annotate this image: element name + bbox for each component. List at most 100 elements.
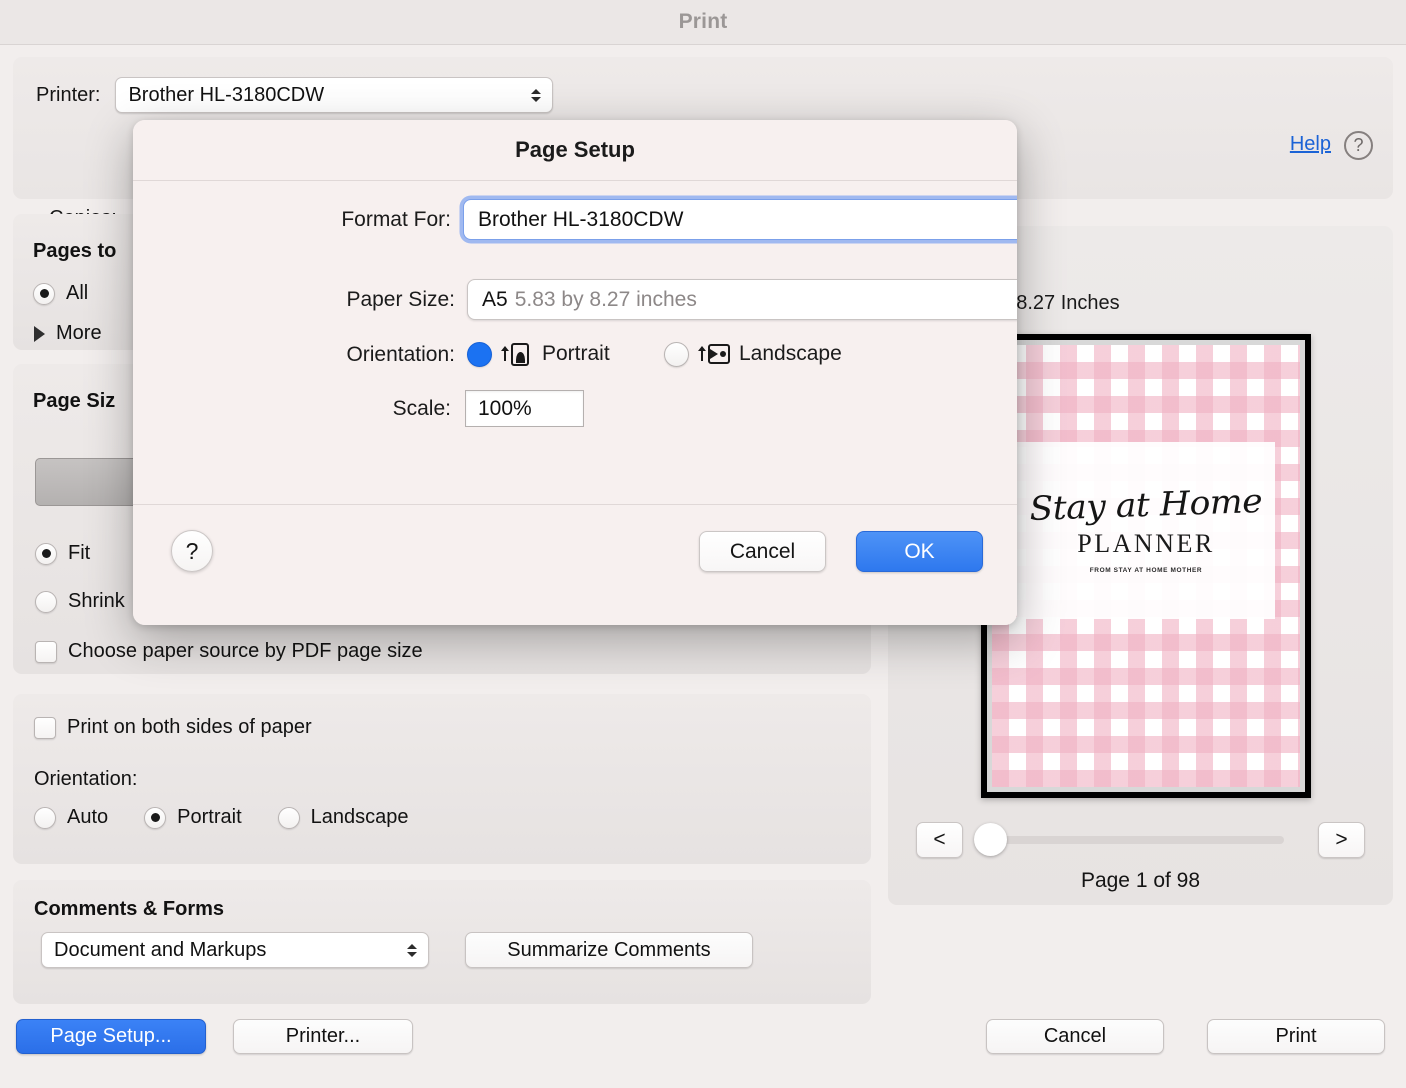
- radio-all[interactable]: [33, 283, 55, 305]
- next-page-glyph: >: [1335, 828, 1347, 852]
- radio-all-row[interactable]: All: [33, 282, 88, 305]
- preview-script-title: Stay at Home: [1029, 484, 1263, 525]
- chevron-updown-icon: [406, 940, 418, 960]
- duplex-orientation-label: Orientation:: [34, 768, 137, 791]
- sheet-help-glyph: ?: [186, 538, 199, 565]
- orientation-portrait-option[interactable]: Portrait: [467, 341, 610, 367]
- orientation-portrait-label: Portrait: [542, 342, 610, 366]
- duplex-orientation-panel: Print on both sides of paper Orientation…: [13, 694, 871, 864]
- scale-input[interactable]: 100%: [465, 390, 584, 427]
- preview-page-thumbnail: Stay at Home PLANNER FROM STAY AT HOME M…: [992, 345, 1300, 787]
- duplex-orientation-radio-group: Auto Portrait Landscape: [34, 806, 409, 829]
- page-setup-sheet-footer: ? Cancel OK: [133, 504, 1017, 625]
- checkbox-paper-source[interactable]: [35, 641, 57, 663]
- checkbox-both-sides[interactable]: [34, 717, 56, 739]
- previous-page-glyph: <: [933, 828, 945, 852]
- radio-shrink[interactable]: [35, 591, 57, 613]
- printer-button[interactable]: Printer...: [233, 1019, 413, 1054]
- printer-select[interactable]: Brother HL-3180CDW: [115, 77, 553, 113]
- radio-portrait-label: Portrait: [177, 806, 241, 829]
- help-question-icon[interactable]: ?: [1344, 131, 1373, 160]
- orientation-label: Orientation:: [173, 343, 455, 367]
- page-setup-button[interactable]: Page Setup...: [16, 1019, 206, 1054]
- cancel-button-label: Cancel: [1044, 1025, 1106, 1048]
- more-options-label: More: [56, 322, 102, 345]
- sheet-cancel-label: Cancel: [730, 540, 795, 564]
- radio-shrink-label: Shrink: [68, 590, 125, 613]
- orientation-landscape-label: Landscape: [739, 342, 842, 366]
- next-page-button[interactable]: >: [1318, 822, 1365, 858]
- checkbox-paper-source-label: Choose paper source by PDF page size: [68, 640, 423, 663]
- checkbox-both-sides-row[interactable]: Print on both sides of paper: [34, 716, 312, 739]
- preview-page-mat: Stay at Home PLANNER FROM STAY AT HOME M…: [987, 340, 1305, 792]
- paper-size-dimensions: 5.83 by 8.27 inches: [515, 288, 697, 312]
- paper-size-value: A5: [482, 288, 508, 312]
- radio-auto-row[interactable]: Auto: [34, 806, 108, 829]
- preview-byline: FROM STAY AT HOME MOTHER: [1090, 567, 1203, 574]
- comments-select-value: Document and Markups: [54, 939, 266, 962]
- printer-button-label: Printer...: [286, 1025, 360, 1048]
- checkbox-both-sides-label: Print on both sides of paper: [67, 716, 312, 739]
- page-slider-knob[interactable]: [974, 823, 1007, 856]
- summarize-comments-button[interactable]: Summarize Comments: [465, 932, 753, 968]
- page-setup-sheet-title: Page Setup: [515, 137, 635, 163]
- page-setup-sheet: Page Setup Format For: Brother HL-3180CD…: [133, 120, 1017, 625]
- orientation-landscape-option[interactable]: Landscape: [664, 341, 842, 367]
- radio-orientation-portrait[interactable]: [467, 342, 492, 367]
- radio-portrait[interactable]: [144, 807, 166, 829]
- preview-cover-card: Stay at Home PLANNER FROM STAY AT HOME M…: [1017, 442, 1276, 619]
- portrait-orientation-icon: [502, 341, 532, 367]
- scale-input-value: 100%: [478, 397, 532, 421]
- preview-serif-title: PLANNER: [1077, 529, 1214, 559]
- landscape-orientation-icon: [699, 341, 729, 367]
- sheet-ok-label: OK: [904, 540, 934, 564]
- page-setup-sheet-header: Page Setup: [133, 120, 1017, 181]
- radio-auto-label: Auto: [67, 806, 108, 829]
- summarize-comments-label: Summarize Comments: [507, 939, 710, 962]
- printer-select-value: Brother HL-3180CDW: [128, 84, 324, 107]
- page-setup-sheet-body: Format For: Brother HL-3180CDW Paper Siz…: [133, 181, 1017, 504]
- radio-fit-label: Fit: [68, 542, 90, 565]
- format-for-select[interactable]: Brother HL-3180CDW: [463, 199, 1017, 240]
- radio-auto[interactable]: [34, 807, 56, 829]
- print-button[interactable]: Print: [1207, 1019, 1385, 1054]
- print-button-label: Print: [1275, 1025, 1316, 1048]
- cancel-button[interactable]: Cancel: [986, 1019, 1164, 1054]
- more-options-row[interactable]: More: [34, 322, 102, 345]
- format-for-label: Format For:: [173, 208, 451, 232]
- page-slider[interactable]: [988, 836, 1284, 844]
- chevron-updown-icon: [530, 85, 542, 105]
- page-count-label: Page 1 of 98: [888, 869, 1393, 893]
- sheet-ok-button[interactable]: OK: [856, 531, 983, 572]
- radio-fit[interactable]: [35, 543, 57, 565]
- comments-select[interactable]: Document and Markups: [41, 932, 429, 968]
- radio-fit-row[interactable]: Fit: [35, 542, 90, 565]
- help-link[interactable]: Help: [1290, 133, 1331, 156]
- paper-size-select[interactable]: A5 5.83 by 8.27 inches: [467, 279, 1017, 320]
- sheet-help-button[interactable]: ?: [171, 530, 213, 572]
- comments-forms-panel: Comments & Forms Document and Markups Su…: [13, 880, 871, 1004]
- pages-panel-title: Pages to: [33, 240, 116, 263]
- window-titlebar: Print: [0, 0, 1406, 45]
- print-dialog-window: Print Printer: Brother HL-3180CDW Advanc…: [0, 0, 1406, 1088]
- format-for-value: Brother HL-3180CDW: [478, 208, 683, 232]
- sheet-cancel-button[interactable]: Cancel: [699, 531, 826, 572]
- scale-label: Scale:: [173, 397, 451, 421]
- page-setup-button-label: Page Setup...: [50, 1025, 171, 1048]
- paper-size-label: Paper Size:: [173, 288, 455, 312]
- radio-landscape[interactable]: [278, 807, 300, 829]
- window-title: Print: [679, 10, 728, 34]
- disclosure-triangle-icon[interactable]: [34, 326, 45, 342]
- printer-label: Printer:: [36, 84, 100, 107]
- checkbox-paper-source-row[interactable]: Choose paper source by PDF page size: [35, 640, 423, 663]
- radio-shrink-row[interactable]: Shrink: [35, 590, 125, 613]
- radio-landscape-label: Landscape: [311, 806, 409, 829]
- comments-panel-title: Comments & Forms: [34, 898, 224, 921]
- preview-page-frame: Stay at Home PLANNER FROM STAY AT HOME M…: [981, 334, 1311, 798]
- radio-portrait-row[interactable]: Portrait: [144, 806, 241, 829]
- radio-landscape-row[interactable]: Landscape: [278, 806, 409, 829]
- printer-row: Printer: Brother HL-3180CDW: [36, 77, 553, 113]
- radio-all-label: All: [66, 282, 88, 305]
- previous-page-button[interactable]: <: [916, 822, 963, 858]
- radio-orientation-landscape[interactable]: [664, 342, 689, 367]
